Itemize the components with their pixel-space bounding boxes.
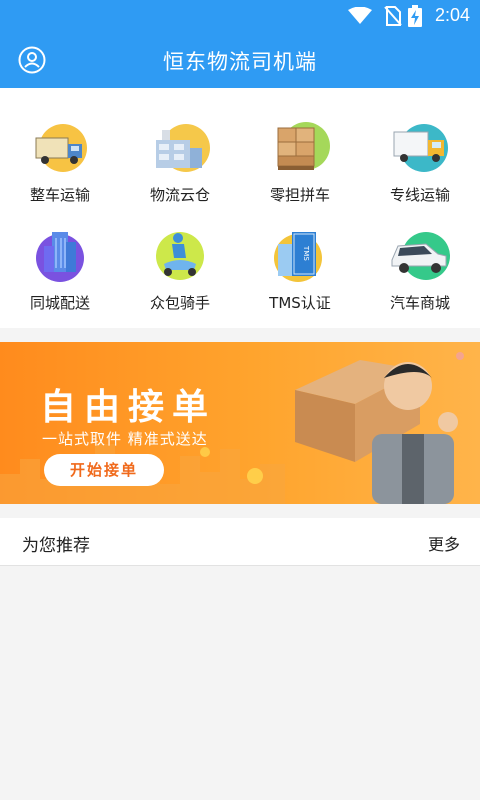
service-label: 汽车商城 [389,294,450,312]
service-label: TMS认证 [269,294,331,312]
car-icon [391,232,450,280]
service-item-car-mall[interactable]: 汽车商城 [360,226,480,334]
battery-charging-icon [408,5,422,27]
service-grid: 整车运输 物流云仓 零担拼车 专线运输 同城配送 众包骑手 TMS TMS认证 … [0,88,480,328]
service-item-full-truck[interactable]: 整车运输 [0,118,120,226]
banner-subtitle: 一站式取件 精准式送达 [42,430,208,448]
service-item-ltl-carpool[interactable]: 零担拼车 [240,118,360,226]
title-bar: 恒东物流司机端 [0,32,480,88]
status-bar: 2:04 [0,0,480,32]
service-item-city-delivery[interactable]: 同城配送 [0,226,120,334]
promo-banner[interactable]: 自由接单 一站式取件 精准式送达 开始接单 [0,342,480,504]
page-title: 恒东物流司机端 [163,50,317,74]
service-item-tms-certification[interactable]: TMS TMS认证 [240,226,360,334]
status-time: 2:04 [434,5,470,25]
city-building-icon [36,232,84,282]
box-truck-icon [393,124,448,172]
more-link[interactable]: 更多 [428,531,460,555]
service-item-cloud-warehouse[interactable]: 物流云仓 [120,118,240,226]
warehouse-icon [156,124,210,172]
svg-text:TMS: TMS [302,245,310,261]
service-label: 同城配送 [29,294,90,312]
start-accepting-orders-button[interactable]: 开始接单 [44,454,164,486]
service-label: 众包骑手 [149,294,210,312]
no-sim-icon [384,6,402,26]
scooter-rider-icon [156,232,204,280]
recommend-header: 为您推荐 更多 [0,518,480,566]
service-label: 零担拼车 [269,186,330,204]
service-item-dedicated-line[interactable]: 专线运输 [360,118,480,226]
service-label: 整车运输 [29,186,90,204]
recommend-title: 为您推荐 [22,536,90,556]
cargo-boxes-icon [277,122,330,170]
service-item-crowd-rider[interactable]: 众包骑手 [120,226,240,334]
service-label: 物流云仓 [149,186,210,204]
banner-title: 自由接单 [40,387,217,428]
courier-with-box-illustration [295,352,464,504]
service-label: 专线运输 [389,186,450,204]
wifi-icon [348,7,372,24]
truck-icon [35,124,87,172]
tms-book-icon: TMS [274,232,322,282]
